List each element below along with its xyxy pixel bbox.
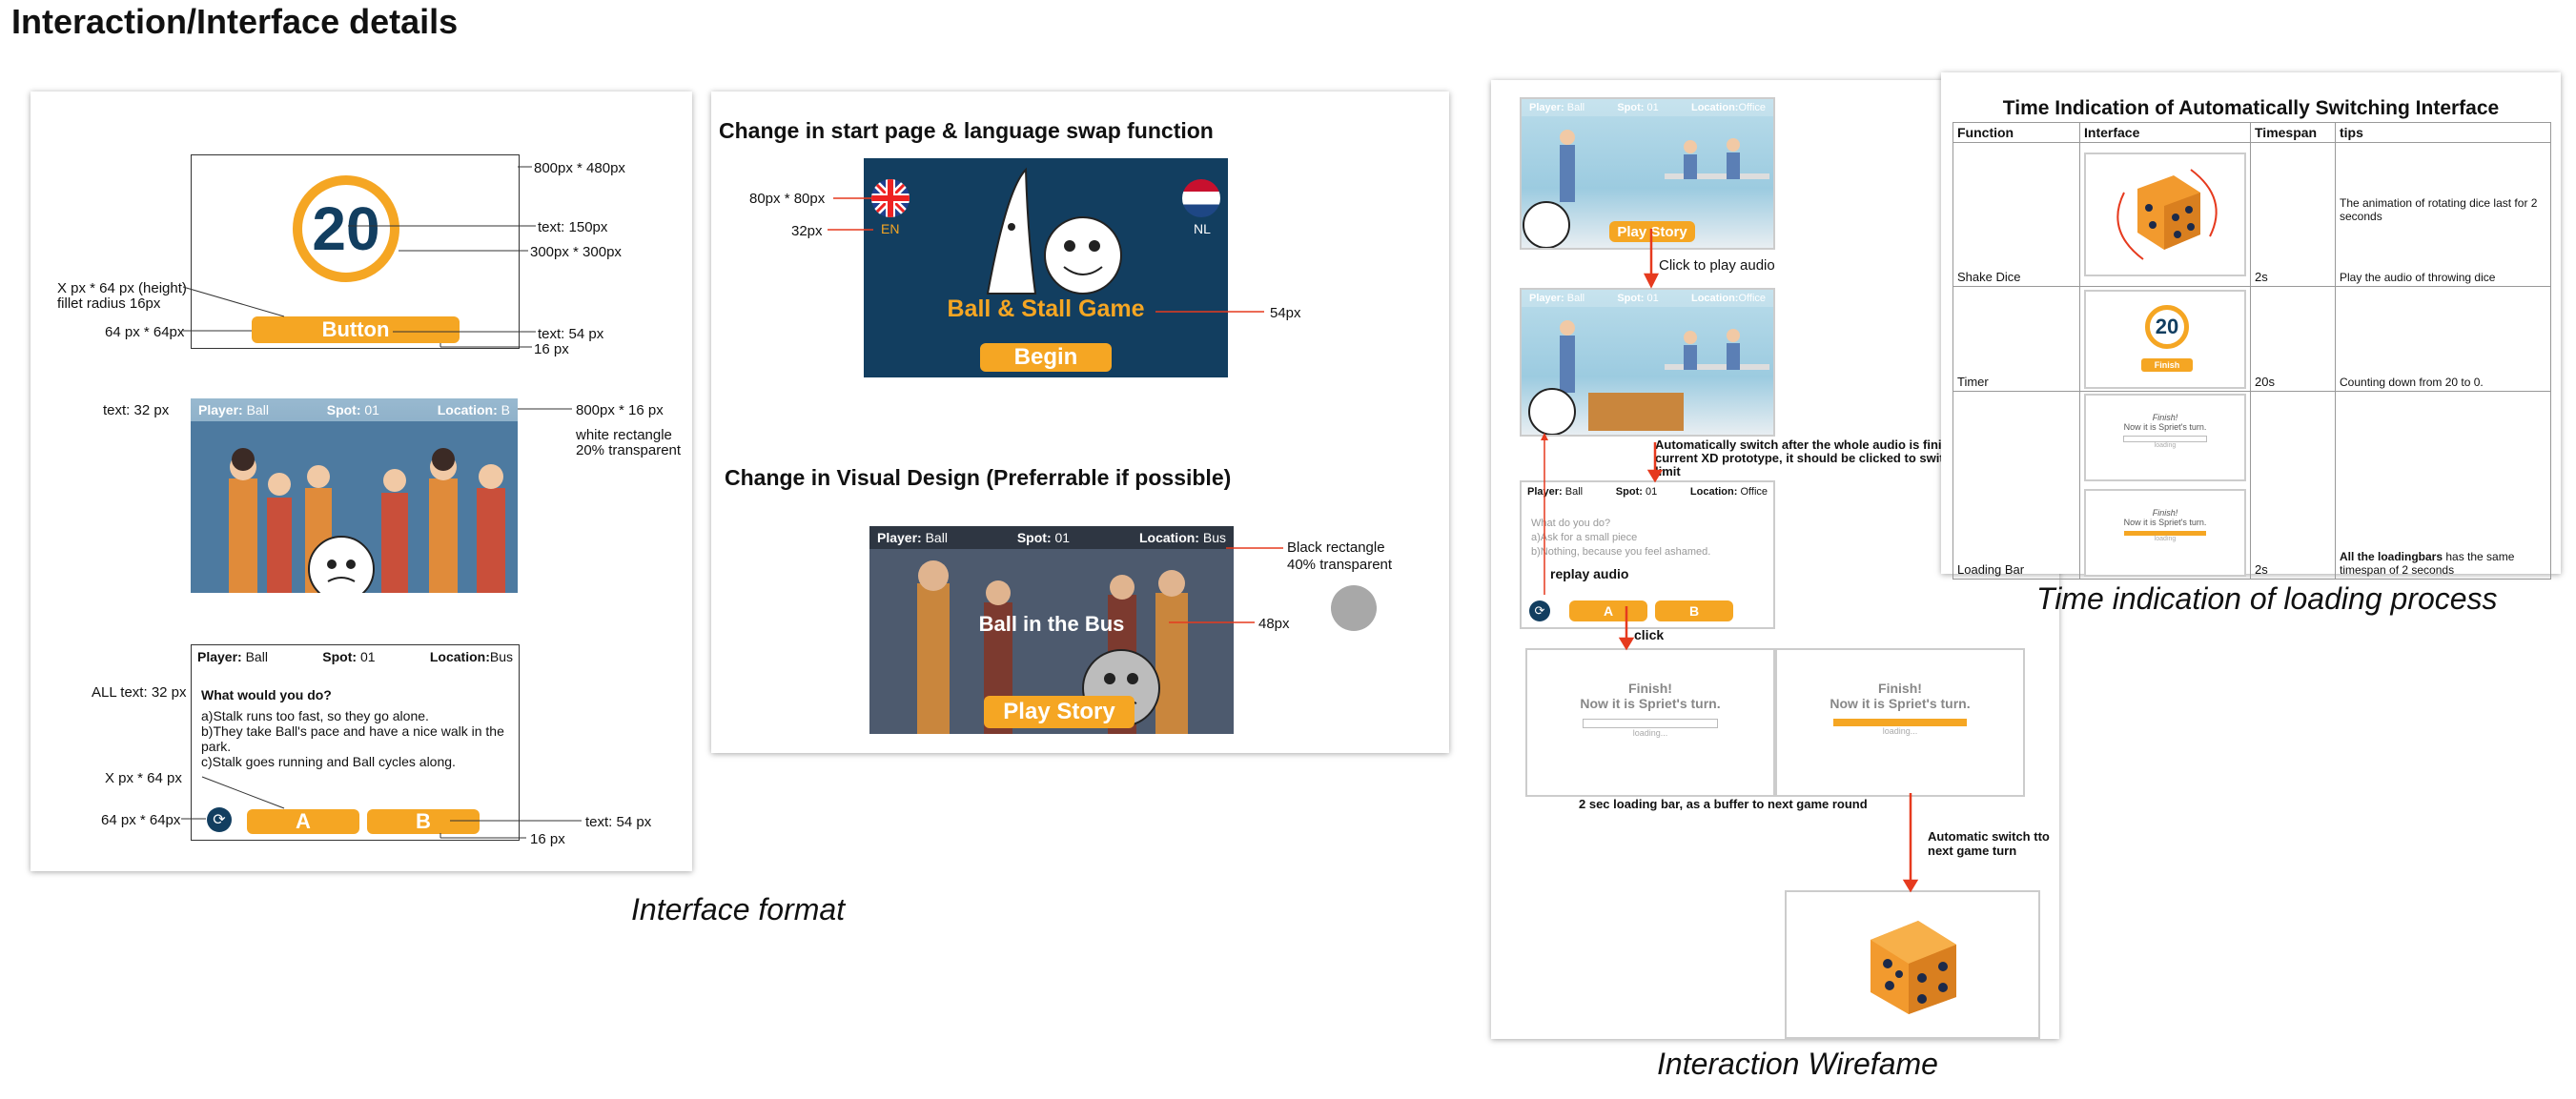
row3-timespan: 2s [2250, 391, 2336, 580]
lt2-turn: Now it is Spriet's turn. [2123, 518, 2207, 527]
th-function: Function [1952, 122, 2080, 143]
loading-thumb-full: Finish! Now it is Spriet's turn. loading [2084, 489, 2246, 577]
row1-timespan: 2s [2250, 142, 2336, 287]
wireframe-caption: Interaction Wirefame [1657, 1047, 1938, 1081]
start-page-panel: Change in start page & language swap fun… [711, 92, 1449, 753]
table-header-row: Function Interface Timespan tips [1952, 122, 2551, 143]
thumb-finish-button[interactable]: Finish [2141, 357, 2193, 372]
row3-function: Loading Bar [1952, 391, 2080, 580]
th-tips: tips [2335, 122, 2551, 143]
lt1-bar [2123, 436, 2207, 442]
loading-thumb-empty: Finish! Now it is Spriet's turn. loading [2084, 394, 2246, 481]
table-title: Time Indication of Automatically Switchi… [2002, 97, 2500, 119]
lt1-finish: Finish! [2152, 413, 2178, 422]
rotating-dice-icon [2116, 169, 2218, 260]
row2-function: Timer [1952, 286, 2080, 392]
page-title: Interaction/Interface details [11, 2, 459, 41]
table-row: Shake Dice 2s The animation of rotating … [1952, 142, 2551, 287]
interface-format-panel: 20 Button 800px * 480px text: 150px 300p… [31, 92, 692, 871]
row1-tips: The animation of rotating dice last for … [2335, 142, 2551, 287]
timer-thumb: 20 Finish [2084, 289, 2246, 389]
row2-tip: Counting down from 20 to 0. [2335, 286, 2551, 392]
table-row: Timer 20 Finish 20s Counting down from 2… [1952, 286, 2551, 392]
th-timespan: Timespan [2250, 122, 2336, 143]
lt1-turn: Now it is Spriet's turn. [2123, 422, 2207, 432]
th-interface: Interface [2079, 122, 2251, 143]
time-table: Function Interface Timespan tips Shake D… [1952, 122, 2551, 580]
time-table-caption: Time indication of loading process [2036, 581, 2498, 616]
row2-timespan: 20s [2250, 286, 2336, 392]
lt1-loading: loading [2154, 442, 2177, 449]
time-table-panel: Time Indication of Automatically Switchi… [1941, 72, 2561, 580]
lt2-loading: loading [2154, 536, 2177, 542]
thumb-timer-ring: 20 [2145, 304, 2189, 349]
table-row: Loading Bar Finish! Now it is Spriet's t… [1952, 391, 2551, 580]
row3-interface: Finish! Now it is Spriet's turn. loading… [2079, 391, 2251, 580]
bus-leader-lines [1169, 547, 1283, 623]
lt2-finish: Finish! [2152, 508, 2178, 518]
row3-tip: All the loadingbars has the same timespa… [2335, 391, 2551, 580]
dice-thumb [2084, 153, 2246, 276]
row1-interface [2079, 142, 2251, 287]
interface-format-caption: Interface format [631, 892, 846, 926]
row1-tip1: The animation of rotating dice last for … [2340, 196, 2538, 223]
thumb-timer-value: 20 [2155, 314, 2179, 338]
row2-interface: 20 Finish [2079, 286, 2251, 392]
row1-tip2: Play the audio of throwing dice [2340, 271, 2496, 284]
row1-function: Shake Dice [1952, 142, 2080, 287]
card-leader-lines [181, 776, 582, 839]
